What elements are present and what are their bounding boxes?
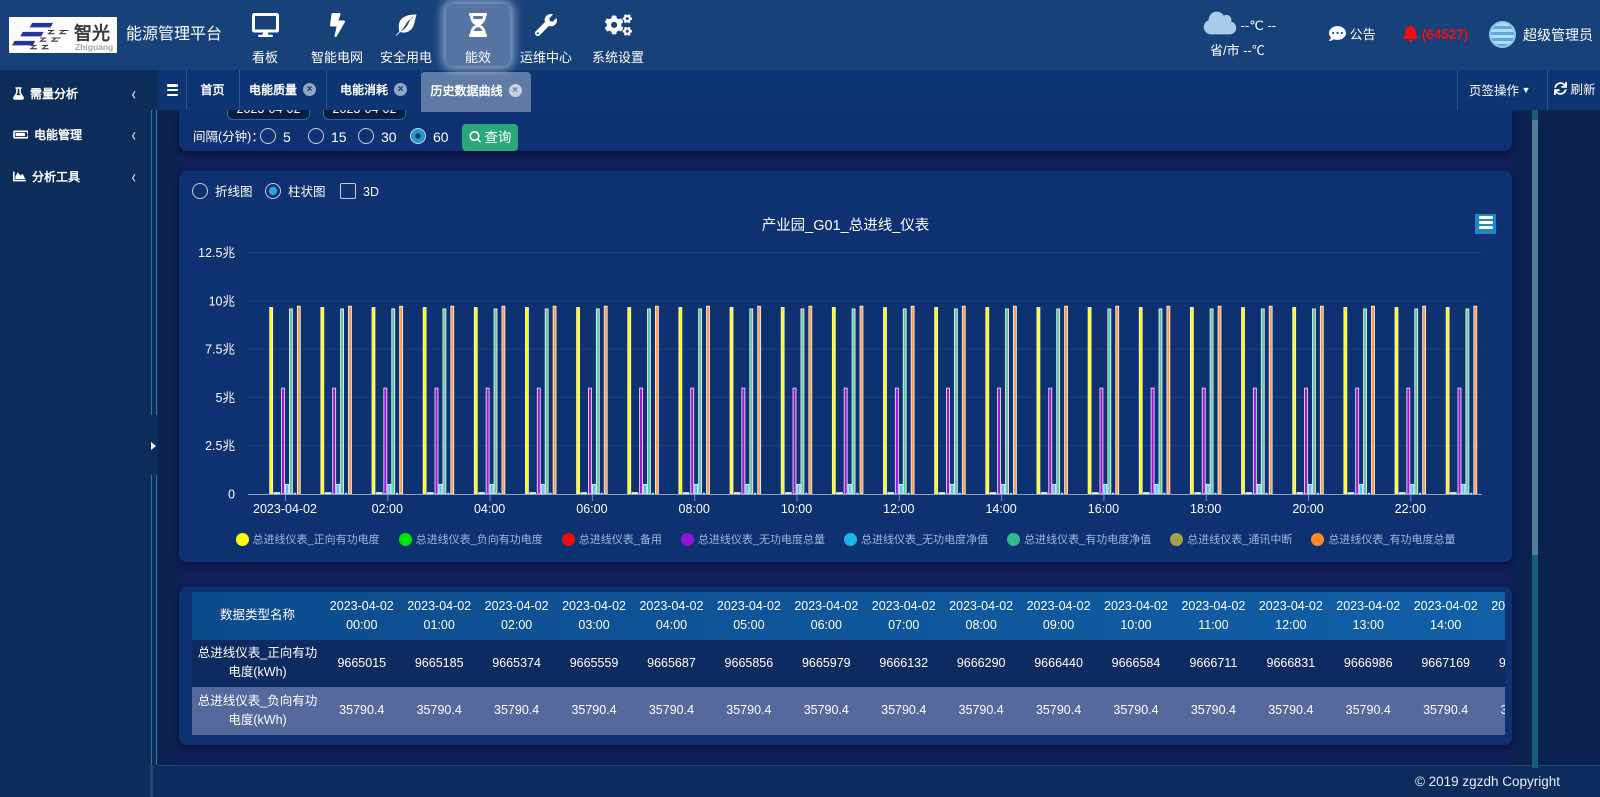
svg-text:06:00: 06:00 [576,502,607,516]
svg-text:10:00: 10:00 [781,502,812,516]
svg-text:22:00: 22:00 [1395,502,1426,516]
svg-text:14:00: 14:00 [985,502,1016,516]
svg-text:0: 0 [228,488,235,502]
svg-text:2.5兆: 2.5兆 [205,439,235,453]
svg-text:2023-04-02: 2023-04-02 [253,502,317,516]
svg-text:20:00: 20:00 [1292,502,1323,516]
svg-text:7.5兆: 7.5兆 [205,343,235,357]
svg-text:18:00: 18:00 [1190,502,1221,516]
svg-text:12.5兆: 12.5兆 [198,246,235,260]
svg-text:10兆: 10兆 [209,294,236,308]
svg-text:5兆: 5兆 [216,391,236,405]
svg-text:02:00: 02:00 [372,502,403,516]
svg-text:04:00: 04:00 [474,502,505,516]
svg-text:12:00: 12:00 [883,502,914,516]
svg-text:Zhiguang: Zhiguang [75,42,113,52]
svg-text:16:00: 16:00 [1088,502,1119,516]
svg-text:08:00: 08:00 [679,502,710,516]
svg-text:智光: 智光 [74,23,110,44]
